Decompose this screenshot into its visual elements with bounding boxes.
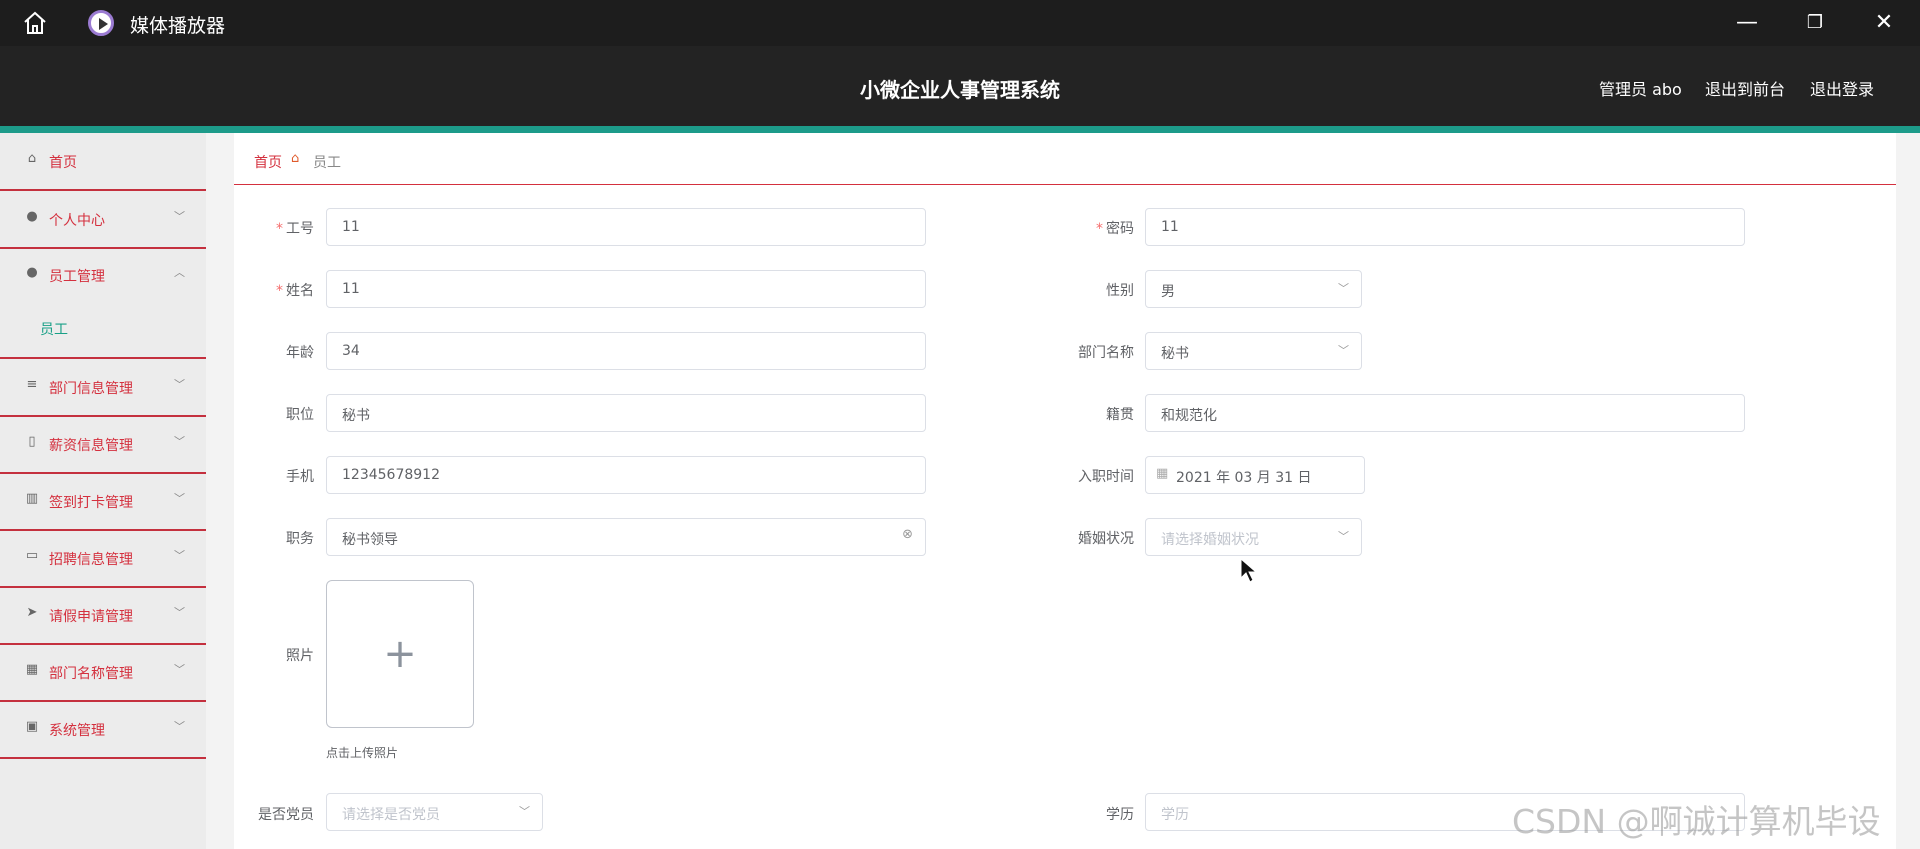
gender-select[interactable]: 男 ﹀ xyxy=(1145,270,1362,308)
position-input[interactable]: 秘书 xyxy=(326,394,926,432)
chevron-down-icon: ﹀ xyxy=(1338,282,1349,295)
menu-icon: ≡ xyxy=(26,377,38,392)
user-icon: ● xyxy=(26,209,38,224)
sidebar-subitem-employee[interactable]: 员工 xyxy=(40,319,68,339)
sidebar: ⌂ 首页 ● 个人中心 ﹀ ● 员工管理 ︿ 员工 ≡ 部门信息管理 ﹀ ▯ 薪… xyxy=(0,133,206,849)
sidebar-item-label: 部门名称管理 xyxy=(49,666,133,682)
marital-status-select[interactable]: 请选择婚姻状况 ﹀ xyxy=(1145,518,1362,556)
sidebar-item-recruitment[interactable]: ▭ 招聘信息管理 ﹀ xyxy=(0,530,206,588)
breadcrumb-house-icon: ⌂ xyxy=(291,151,300,166)
sidebar-item-label: 请假申请管理 xyxy=(49,609,133,625)
sidebar-item-checkin[interactable]: ▥ 签到打卡管理 ﹀ xyxy=(0,473,206,531)
bars-icon: ▥ xyxy=(25,491,39,506)
age-label: 年龄 xyxy=(286,345,314,361)
chevron-down-icon: ﹀ xyxy=(174,492,185,505)
home-icon: ⌂ xyxy=(27,151,37,166)
breadcrumb-divider xyxy=(234,184,1896,185)
sidebar-item-label: 员工管理 xyxy=(49,269,105,285)
header-accent-bar xyxy=(0,126,1920,133)
employee-id-input[interactable]: 11 xyxy=(326,208,926,246)
sidebar-item-label: 系统管理 xyxy=(49,723,105,739)
sidebar-item-label: 招聘信息管理 xyxy=(49,552,133,568)
upload-hint: 点击上传照片 xyxy=(326,746,399,760)
sidebar-item-department-info[interactable]: ≡ 部门信息管理 ﹀ xyxy=(0,359,206,417)
department-select[interactable]: 秘书 ﹀ xyxy=(1145,332,1362,370)
sidebar-item-salary-info[interactable]: ▯ 薪资信息管理 ﹀ xyxy=(0,416,206,474)
chevron-down-icon: ﹀ xyxy=(174,606,185,619)
hometown-input[interactable]: 和规范化 xyxy=(1145,394,1745,432)
chevron-down-icon: ﹀ xyxy=(1338,344,1349,357)
sidebar-item-system[interactable]: ▣ 系统管理 ﹀ xyxy=(0,701,206,759)
sidebar-item-home[interactable]: ⌂ 首页 xyxy=(0,133,206,191)
name-input[interactable]: 11 xyxy=(326,270,926,308)
window-titlebar xyxy=(0,0,1920,46)
chevron-down-icon: ﹀ xyxy=(519,805,530,818)
name-label: * 姓名 xyxy=(276,283,314,299)
logout-link[interactable]: 退出登录 xyxy=(1810,76,1874,100)
grid-icon: ▦ xyxy=(25,662,39,677)
minimize-button[interactable]: — xyxy=(1727,8,1767,38)
media-player-icon xyxy=(88,10,114,36)
password-label: * 密码 xyxy=(1096,221,1134,237)
bulb-icon: ● xyxy=(26,265,38,280)
clear-icon[interactable]: ⊗ xyxy=(902,527,913,542)
close-button[interactable]: ✕ xyxy=(1864,8,1904,38)
sidebar-item-personal-center[interactable]: ● 个人中心 ﹀ xyxy=(0,191,206,249)
calendar-icon: ▦ xyxy=(1156,466,1169,481)
watermark: CSDN @啊诚计算机毕设 xyxy=(1512,802,1881,841)
education-label: 学历 xyxy=(1106,807,1134,823)
sidebar-item-label: 首页 xyxy=(49,155,77,171)
hire-date-label: 入职时间 xyxy=(1078,469,1134,485)
admin-user-link[interactable]: 管理员 abo xyxy=(1599,76,1682,100)
mic-icon: ▯ xyxy=(28,434,36,449)
chevron-down-icon: ﹀ xyxy=(174,663,185,676)
chevron-down-icon: ﹀ xyxy=(174,210,185,223)
party-member-select[interactable]: 请选择是否党员 ﹀ xyxy=(326,793,543,831)
duty-input[interactable]: 秘书领导 ⊗ xyxy=(326,518,926,556)
employee-id-label: * 工号 xyxy=(276,221,314,237)
position-label: 职位 xyxy=(286,407,314,423)
exit-to-frontend-link[interactable]: 退出到前台 xyxy=(1705,76,1785,100)
sidebar-item-label: 部门信息管理 xyxy=(49,381,133,397)
age-input[interactable]: 34 xyxy=(326,332,926,370)
breadcrumb-current: 员工 xyxy=(313,155,341,171)
clipboard-icon: ▣ xyxy=(25,719,39,734)
sidebar-item-department-name[interactable]: ▦ 部门名称管理 ﹀ xyxy=(0,644,206,702)
phone-label: 手机 xyxy=(286,469,314,485)
password-input[interactable]: 11 xyxy=(1145,208,1745,246)
sidebar-item-label: 薪资信息管理 xyxy=(49,438,133,454)
sidebar-item-label: 个人中心 xyxy=(49,213,105,229)
home-icon[interactable] xyxy=(22,10,48,36)
hometown-label: 籍贯 xyxy=(1106,407,1134,423)
department-label: 部门名称 xyxy=(1078,345,1134,361)
chevron-down-icon: ﹀ xyxy=(174,378,185,391)
chevron-down-icon: ﹀ xyxy=(174,435,185,448)
plus-icon: + xyxy=(383,631,417,677)
phone-input[interactable]: 12345678912 xyxy=(326,456,926,494)
party-member-label: 是否党员 xyxy=(258,807,314,823)
card-icon: ▭ xyxy=(25,548,39,563)
plane-icon: ➤ xyxy=(26,605,38,620)
window-title: 媒体播放器 xyxy=(130,15,226,37)
gender-label: 性别 xyxy=(1106,283,1134,299)
chevron-up-icon: ︿ xyxy=(174,266,185,279)
chevron-down-icon: ﹀ xyxy=(174,549,185,562)
chevron-down-icon: ﹀ xyxy=(1338,530,1349,543)
hire-date-picker[interactable]: ▦ 2021 年 03 月 31 日 xyxy=(1145,456,1365,494)
breadcrumb-home[interactable]: 首页 xyxy=(254,152,282,172)
marital-status-label: 婚姻状况 xyxy=(1078,531,1134,547)
photo-label: 照片 xyxy=(286,648,314,664)
sidebar-item-employee-management[interactable]: ● 员工管理 ︿ 员工 xyxy=(0,247,206,359)
mouse-cursor-icon xyxy=(1240,558,1258,583)
sidebar-item-label: 签到打卡管理 xyxy=(49,495,133,511)
sidebar-item-leave-request[interactable]: ➤ 请假申请管理 ﹀ xyxy=(0,587,206,645)
duty-label: 职务 xyxy=(286,531,314,547)
chevron-down-icon: ﹀ xyxy=(174,720,185,733)
maximize-button[interactable]: ❐ xyxy=(1795,8,1835,38)
